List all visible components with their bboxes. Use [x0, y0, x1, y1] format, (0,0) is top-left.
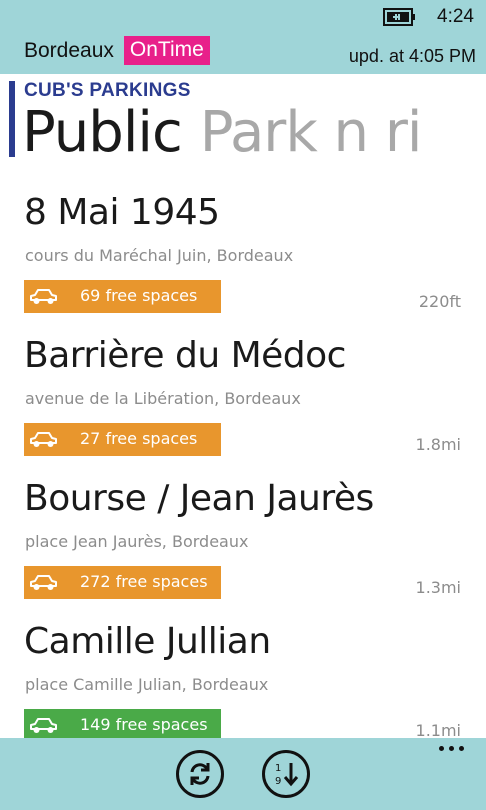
header-bar: 4:24 Bordeaux OnTime upd. at 4:05 PM [0, 0, 486, 74]
tab-park-n-ride[interactable]: Park n ri [200, 100, 423, 165]
pivot-headers: Public Park n ri [22, 98, 423, 168]
battery-charging-icon [383, 8, 416, 26]
parking-address: place Jean Jaurès, Bordeaux [25, 532, 249, 551]
spaces-badge: 149 free spaces [24, 709, 221, 738]
car-icon [30, 289, 57, 304]
distance: 1.1mi [415, 721, 461, 738]
list-item[interactable]: Barrière du Médoc avenue de la Libératio… [0, 327, 486, 470]
car-icon [30, 575, 57, 590]
parking-list[interactable]: 8 Mai 1945 cours du Maréchal Juin, Borde… [0, 184, 486, 738]
clock: 4:24 [437, 6, 474, 27]
sort-button[interactable]: 1 9 [262, 750, 310, 798]
car-icon [30, 718, 57, 733]
svg-text:9: 9 [275, 776, 281, 787]
list-item[interactable]: Bourse / Jean Jaurès place Jean Jaurès, … [0, 470, 486, 613]
list-item[interactable]: 8 Mai 1945 cours du Maréchal Juin, Borde… [0, 184, 486, 327]
refresh-icon [190, 763, 210, 785]
app-bar: 1 9 [0, 738, 486, 810]
more-dots-icon[interactable] [439, 746, 464, 751]
parking-address: place Camille Julian, Bordeaux [25, 675, 269, 694]
free-spaces: 149 free spaces [80, 715, 208, 734]
sort-numeric-icon: 1 9 [275, 763, 299, 787]
list-item[interactable]: Camille Jullian place Camille Julian, Bo… [0, 613, 486, 738]
svg-text:1: 1 [275, 763, 281, 774]
free-spaces: 272 free spaces [80, 572, 208, 591]
spaces-badge: 272 free spaces [24, 566, 221, 599]
parking-name: 8 Mai 1945 [24, 192, 220, 233]
parking-address: cours du Maréchal Juin, Bordeaux [25, 246, 294, 265]
distance: 1.3mi [415, 578, 461, 597]
tab-public[interactable]: Public [22, 100, 183, 165]
status-bar: 4:24 [383, 6, 474, 28]
refresh-button[interactable] [176, 750, 224, 798]
parking-address: avenue de la Libération, Bordeaux [25, 389, 301, 408]
spaces-badge: 27 free spaces [24, 423, 221, 456]
car-icon [30, 432, 57, 447]
parking-name: Barrière du Médoc [24, 335, 346, 376]
distance: 1.8mi [415, 435, 461, 454]
brand-badge: OnTime [123, 36, 210, 65]
pivot-accent-bar [9, 81, 15, 157]
app-title: Bordeaux OnTime [24, 36, 210, 65]
parking-name: Camille Jullian [24, 621, 271, 662]
last-updated: upd. at 4:05 PM [348, 46, 476, 66]
city-name: Bordeaux [24, 38, 114, 62]
spaces-badge: 69 free spaces [24, 280, 221, 313]
free-spaces: 69 free spaces [80, 286, 198, 305]
free-spaces: 27 free spaces [80, 429, 198, 448]
parking-name: Bourse / Jean Jaurès [24, 478, 374, 519]
distance: 220ft [418, 292, 461, 311]
